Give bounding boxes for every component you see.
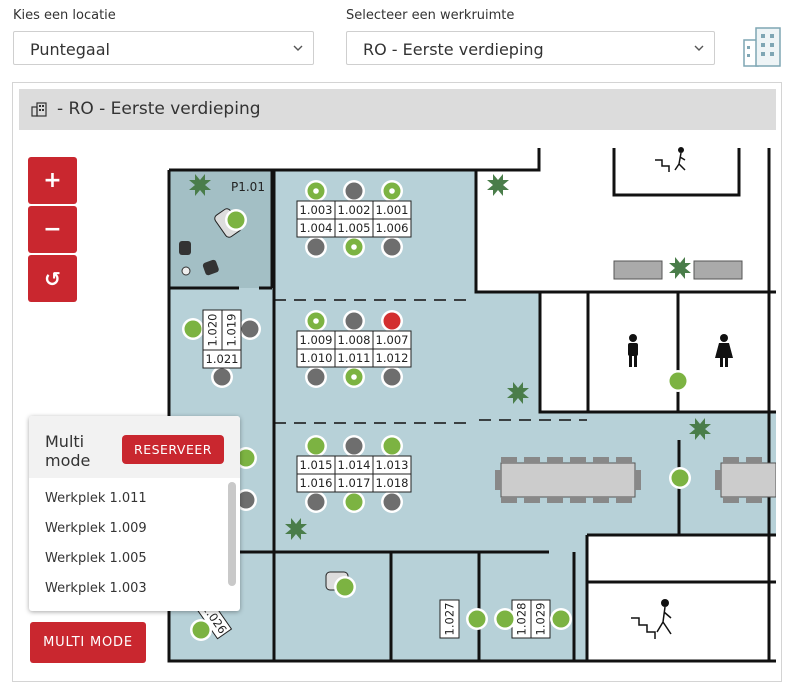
floor-building-icon <box>31 102 47 117</box>
list-item[interactable]: Werkplek 1.005 <box>45 551 147 581</box>
desk-seat[interactable] <box>669 467 691 489</box>
list-item[interactable]: Werkplek 1.009 <box>45 521 147 551</box>
desk-seat[interactable] <box>494 608 516 630</box>
multi-mode-panel: Multi mode RESERVEER Werkplek 1.011 Werk… <box>29 416 240 611</box>
desk-label: 1.001 <box>376 203 409 217</box>
location-select[interactable]: Puntegaal <box>13 31 314 65</box>
desk-label: 1.007 <box>376 333 409 347</box>
desk-label: 1.021 <box>206 352 239 366</box>
desk-seat[interactable] <box>239 318 261 340</box>
desk-seat[interactable] <box>343 236 365 258</box>
desk-seat[interactable] <box>305 236 327 258</box>
desk-label: 1.002 <box>338 203 371 217</box>
zoom-out-button[interactable]: − <box>28 206 77 253</box>
desk-label: 1.020 <box>206 314 220 347</box>
desk-label: 1.005 <box>338 221 371 235</box>
desk-seat[interactable] <box>466 608 488 630</box>
desk-label: 1.008 <box>338 333 371 347</box>
meeting-table <box>495 457 641 503</box>
desk-seat[interactable] <box>211 366 233 388</box>
list-item[interactable]: Werkplek 1.011 <box>45 491 147 521</box>
desk-label: 1.027 <box>443 603 457 636</box>
reserve-button[interactable]: RESERVEER <box>122 435 224 464</box>
desk-label: 1.015 <box>300 458 333 472</box>
desk-label: 1.011 <box>338 351 371 365</box>
desk-seat[interactable] <box>343 491 365 513</box>
desk-label: 1.019 <box>225 314 239 347</box>
desk-seat[interactable] <box>381 491 403 513</box>
bench <box>693 260 743 280</box>
location-select-value: Puntegaal <box>30 40 110 59</box>
desk-seat[interactable] <box>343 310 365 332</box>
desk-seat[interactable] <box>305 180 327 202</box>
desk-label: 1.006 <box>376 221 409 235</box>
chevron-down-icon <box>694 45 704 51</box>
desk-label: 1.003 <box>300 203 333 217</box>
desk-label: 1.014 <box>338 458 371 472</box>
floor-title: - RO - Eerste verdieping <box>57 99 261 119</box>
desk-seat[interactable] <box>305 435 327 457</box>
desk-seat[interactable] <box>667 370 689 392</box>
desk-label: 1.017 <box>338 476 371 490</box>
bench <box>613 260 663 280</box>
desk-seat[interactable] <box>305 366 327 388</box>
multi-mode-button[interactable]: MULTI MODE <box>30 622 146 663</box>
workspace-select[interactable]: RO - Eerste verdieping <box>346 31 715 65</box>
desk-label: 1.009 <box>300 333 333 347</box>
desk-seat[interactable] <box>305 491 327 513</box>
workspace-label: Selecteer een werkruimte <box>346 8 515 23</box>
multi-mode-title: Multi mode <box>45 432 91 470</box>
desk-seat[interactable] <box>550 608 572 630</box>
desk-label: 1.010 <box>300 351 333 365</box>
room-label: P1.01 <box>231 180 265 194</box>
zoom-in-button[interactable]: + <box>28 157 77 204</box>
chevron-down-icon <box>293 45 303 51</box>
desk-seat[interactable] <box>225 209 247 231</box>
multi-mode-header: Multi mode RESERVEER <box>29 416 240 478</box>
reset-view-button[interactable]: ↺ <box>28 255 77 302</box>
list-scrollbar[interactable] <box>228 482 236 586</box>
building-icon[interactable] <box>742 24 784 68</box>
desk-label: 1.029 <box>534 603 548 636</box>
desk-label: 1.012 <box>376 351 409 365</box>
desk-seat[interactable] <box>182 318 204 340</box>
desk-seat[interactable] <box>381 366 403 388</box>
desk-label: 1.004 <box>300 221 333 235</box>
meeting-table <box>715 457 776 503</box>
desk-label: 1.028 <box>515 603 529 636</box>
selected-workplace-list: Werkplek 1.011 Werkplek 1.009 Werkplek 1… <box>45 491 147 611</box>
desk-seat[interactable] <box>305 310 327 332</box>
desk-seat[interactable] <box>381 435 403 457</box>
desk-seat[interactable] <box>343 180 365 202</box>
desk-seat[interactable] <box>381 310 403 332</box>
desk-seat[interactable] <box>343 435 365 457</box>
desk-seat[interactable] <box>190 619 212 641</box>
desk-label: 1.013 <box>376 458 409 472</box>
desk-seat[interactable] <box>334 576 356 598</box>
location-label: Kies een locatie <box>13 8 116 23</box>
list-item[interactable]: Werkplek 1.003 <box>45 581 147 611</box>
desk-seat[interactable] <box>343 366 365 388</box>
floor-title-bar: - RO - Eerste verdieping <box>19 89 776 130</box>
desk-label: 1.018 <box>376 476 409 490</box>
desk-label: 1.016 <box>300 476 333 490</box>
workspace-select-value: RO - Eerste verdieping <box>363 40 544 59</box>
desk-seat[interactable] <box>381 180 403 202</box>
desk-seat[interactable] <box>381 236 403 258</box>
